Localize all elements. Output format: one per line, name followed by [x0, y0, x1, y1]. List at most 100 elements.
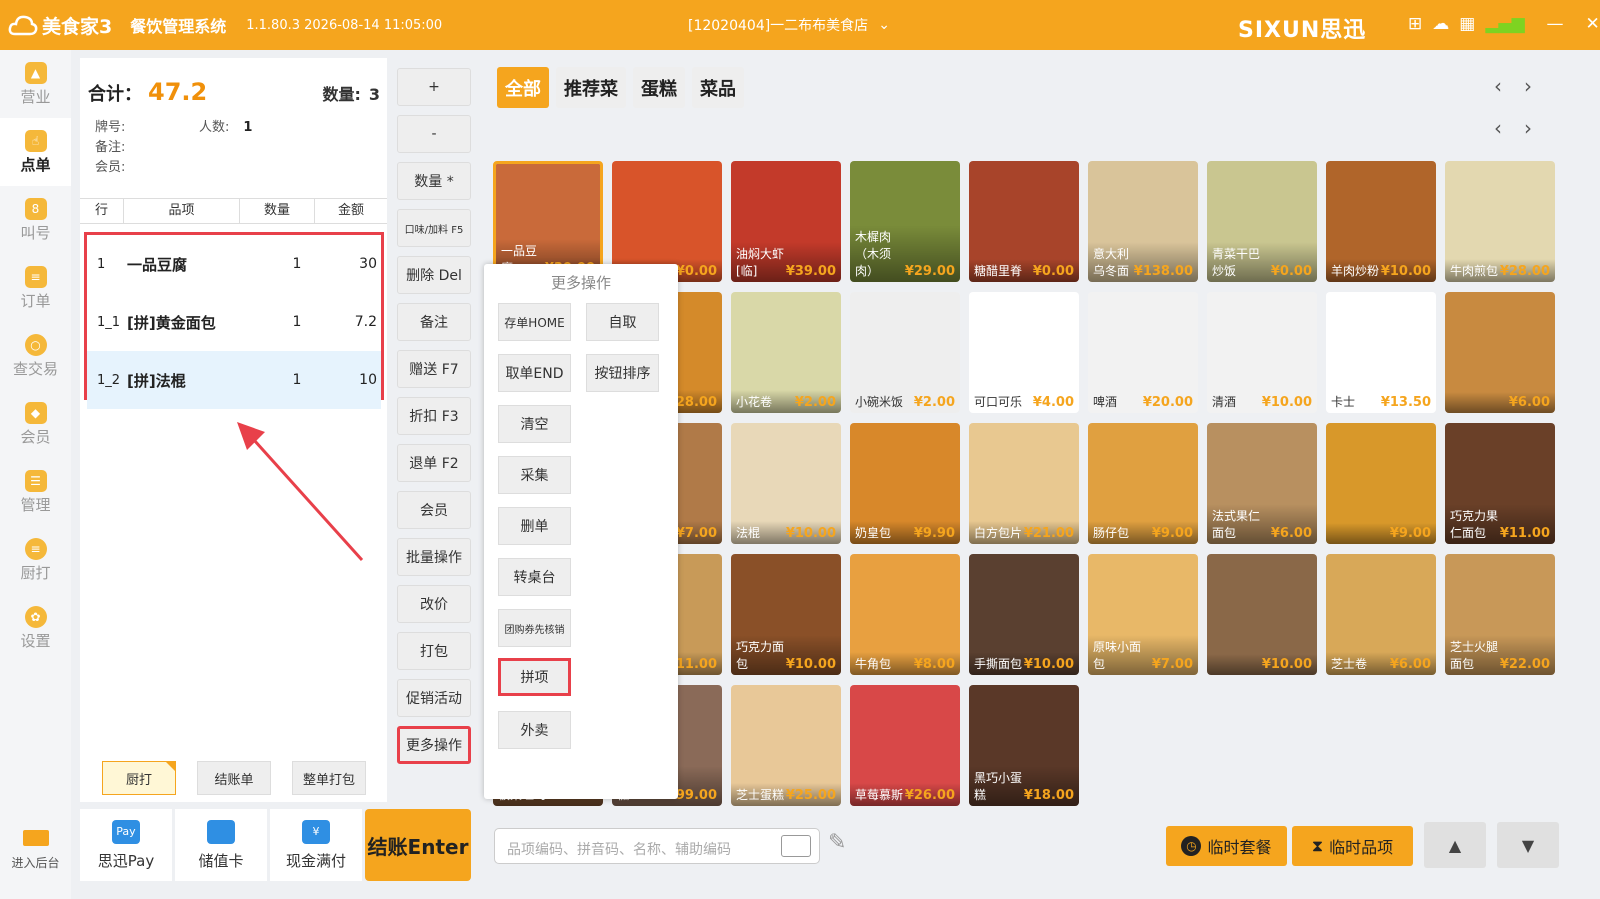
- product-card[interactable]: 奶皇包 ¥9.90: [850, 423, 960, 544]
- note-button[interactable]: 备注: [397, 303, 471, 341]
- scroll-up-button[interactable]: ▲: [1424, 822, 1486, 868]
- apps-grid-icon[interactable]: ⊞: [1408, 14, 1422, 34]
- temp-set-button[interactable]: ◷ 临时套餐: [1166, 826, 1287, 866]
- scroll-down-button[interactable]: ▼: [1497, 822, 1559, 868]
- takeaway-button[interactable]: 外卖: [498, 711, 571, 749]
- product-card[interactable]: 油焖大虾[临] ¥39.00: [731, 161, 841, 282]
- sidebar-item-order[interactable]: ☝ 点单: [0, 118, 71, 186]
- button-sort-button[interactable]: 按钮排序: [586, 354, 659, 392]
- transfer-table-button[interactable]: 转桌台: [498, 558, 571, 596]
- sidebar-item-member[interactable]: ◆ 会员: [0, 390, 71, 458]
- product-card[interactable]: 巧克力面包 ¥10.00: [731, 554, 841, 675]
- chevron-right-icon[interactable]: ›: [1524, 116, 1532, 140]
- product-card[interactable]: 草莓慕斯 ¥26.00: [850, 685, 960, 806]
- product-card[interactable]: 木樨肉（木须肉） ¥29.00: [850, 161, 960, 282]
- sidebar-item-settings[interactable]: ✿ 设置: [0, 594, 71, 662]
- product-card[interactable]: 可口可乐 ¥4.00: [969, 292, 1079, 413]
- temp-item-button[interactable]: ⧗ 临时品项: [1292, 826, 1413, 866]
- quantity-button[interactable]: 数量 *: [397, 162, 471, 200]
- persons-value: 1: [243, 120, 253, 135]
- checkout-button[interactable]: 结账Enter: [365, 809, 471, 881]
- qr-code-icon[interactable]: ▦: [1459, 14, 1475, 34]
- delete-button[interactable]: 删除 Del: [397, 256, 471, 294]
- chevron-right-icon[interactable]: ›: [1524, 74, 1532, 98]
- product-card[interactable]: 青菜干巴炒饭 ¥0.00: [1207, 161, 1317, 282]
- sidebar-item-kitchen-print[interactable]: ≡ 厨打: [0, 526, 71, 594]
- keyboard-icon[interactable]: [781, 835, 811, 857]
- pack-button[interactable]: 打包: [397, 632, 471, 670]
- more-actions-button[interactable]: 更多操作: [397, 726, 471, 764]
- sidebar-item-manage[interactable]: ☰ 管理: [0, 458, 71, 526]
- product-card[interactable]: ¥6.00: [1445, 292, 1555, 413]
- discount-button[interactable]: 折扣 F3: [397, 397, 471, 435]
- delete-order-button[interactable]: 删单: [498, 507, 571, 545]
- sixun-pay-button[interactable]: Pay 思迅Pay: [80, 809, 172, 881]
- member-button[interactable]: 会员: [397, 491, 471, 529]
- stored-value-card-button[interactable]: 储值卡: [175, 809, 267, 881]
- product-card[interactable]: 牛角包 ¥8.00: [850, 554, 960, 675]
- product-card[interactable]: 意大利乌冬面 ¥138.00: [1088, 161, 1198, 282]
- close-icon[interactable]: ✕: [1586, 14, 1600, 34]
- product-card[interactable]: 白方包片 ¥21.00: [969, 423, 1079, 544]
- kitchen-print-button[interactable]: 厨打: [102, 761, 176, 795]
- combine-item-button[interactable]: 拼项: [498, 658, 571, 696]
- product-card[interactable]: 芝士蛋糕 ¥25.00: [731, 685, 841, 806]
- product-card[interactable]: 小花卷 ¥2.00: [731, 292, 841, 413]
- sidebar-item-business[interactable]: ▲ 营业: [0, 50, 71, 118]
- product-card[interactable]: 芝士卷 ¥6.00: [1326, 554, 1436, 675]
- product-card[interactable]: 法棍 ¥10.00: [731, 423, 841, 544]
- handwriting-icon[interactable]: ✎: [828, 830, 846, 855]
- batch-button[interactable]: 批量操作: [397, 538, 471, 576]
- promotion-button[interactable]: 促销活动: [397, 679, 471, 717]
- tab-dishes[interactable]: 菜品: [692, 67, 744, 108]
- product-card[interactable]: 牛肉煎包 ¥28.00: [1445, 161, 1555, 282]
- group-coupon-button[interactable]: 团购券先核销: [498, 609, 571, 647]
- clear-button[interactable]: 清空: [498, 405, 571, 443]
- gift-button[interactable]: 赠送 F7: [397, 350, 471, 388]
- product-card[interactable]: 羊肉炒粉 ¥10.00: [1326, 161, 1436, 282]
- cloud-icon[interactable]: ☁: [1432, 14, 1449, 34]
- sidebar-item-call-number[interactable]: 8 叫号: [0, 186, 71, 254]
- tab-recommended[interactable]: 推荐菜: [556, 67, 626, 108]
- product-card[interactable]: 清酒 ¥10.00: [1207, 292, 1317, 413]
- minimize-icon[interactable]: —: [1547, 14, 1564, 34]
- order-row[interactable]: 1_1 [拼]黄金面包 1 7.2: [87, 293, 381, 351]
- product-card[interactable]: 黑巧小蛋糕 ¥18.00: [969, 685, 1079, 806]
- sidebar-item-transactions[interactable]: ○ 查交易: [0, 322, 71, 390]
- product-card[interactable]: 巧克力果仁面包 ¥11.00: [1445, 423, 1555, 544]
- search-input[interactable]: 品项编码、拼音码、名称、辅助编码: [494, 828, 820, 864]
- product-card[interactable]: 原味小面包 ¥7.00: [1088, 554, 1198, 675]
- product-card[interactable]: 小碗米饭 ¥2.00: [850, 292, 960, 413]
- product-card[interactable]: ¥9.00: [1326, 423, 1436, 544]
- product-card[interactable]: 手撕面包 ¥10.00: [969, 554, 1079, 675]
- self-pickup-button[interactable]: 自取: [586, 303, 659, 341]
- pack-all-button[interactable]: 整单打包: [292, 761, 366, 795]
- tab-cake[interactable]: 蛋糕: [633, 67, 685, 108]
- cash-full-pay-button[interactable]: ¥ 现金满付: [270, 809, 362, 881]
- bill-print-button[interactable]: 结账单: [197, 761, 271, 795]
- product-card[interactable]: 法式果仁面包 ¥6.00: [1207, 423, 1317, 544]
- add-qty-button[interactable]: +: [397, 68, 471, 106]
- product-card[interactable]: 芝士火腿面包 ¥22.00: [1445, 554, 1555, 675]
- collect-button[interactable]: 采集: [498, 456, 571, 494]
- product-card[interactable]: 糖醋里脊 ¥0.00: [969, 161, 1079, 282]
- store-selector[interactable]: [12020404]一二布布美食店 ⌄: [688, 15, 890, 35]
- flavor-button[interactable]: 口味/加料 F5: [397, 209, 471, 247]
- save-order-button[interactable]: 存单HOME: [498, 303, 571, 341]
- refund-button[interactable]: 退单 F2: [397, 444, 471, 482]
- product-card[interactable]: 卡士 ¥13.50: [1326, 292, 1436, 413]
- product-label: ¥9.00: [1326, 523, 1436, 544]
- chevron-left-icon[interactable]: ‹: [1494, 74, 1502, 98]
- product-card[interactable]: ¥10.00: [1207, 554, 1317, 675]
- product-card[interactable]: 肠仔包 ¥9.00: [1088, 423, 1198, 544]
- order-row[interactable]: 1 一品豆腐 1 30: [87, 235, 381, 293]
- retrieve-order-button[interactable]: 取单END: [498, 354, 571, 392]
- order-row[interactable]: 1_2 [拼]法棍 1 10: [87, 351, 381, 409]
- sidebar-item-orders[interactable]: ≡ 订单: [0, 254, 71, 322]
- reduce-qty-button[interactable]: -: [397, 115, 471, 153]
- backend-entry[interactable]: 进入后台: [0, 830, 71, 871]
- product-card[interactable]: 啤酒 ¥20.00: [1088, 292, 1198, 413]
- tab-all[interactable]: 全部: [497, 67, 549, 108]
- chevron-left-icon[interactable]: ‹: [1494, 116, 1502, 140]
- change-price-button[interactable]: 改价: [397, 585, 471, 623]
